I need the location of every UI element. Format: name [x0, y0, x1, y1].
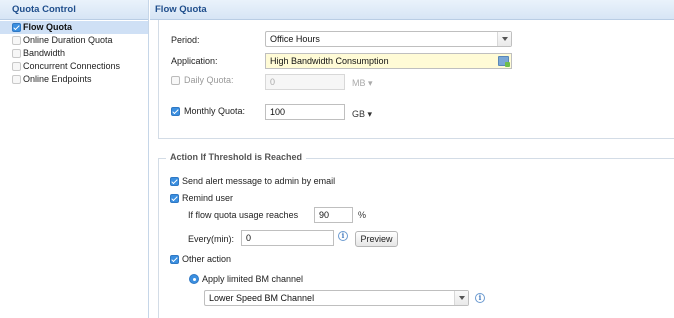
- daily-quota-label: Daily Quota:: [184, 75, 234, 85]
- apply-channel-radio[interactable]: [189, 274, 199, 284]
- other-action-checkbox[interactable]: [170, 255, 179, 264]
- preview-button[interactable]: Preview: [355, 231, 398, 247]
- application-value: High Bandwidth Consumption: [270, 56, 389, 66]
- daily-quota-input[interactable]: 0: [265, 74, 345, 90]
- other-action-label: Other action: [182, 254, 232, 264]
- quota-control-title: Quota Control: [0, 0, 148, 20]
- daily-quota-checkbox[interactable]: [171, 76, 180, 85]
- nav-item-bandwidth[interactable]: Bandwidth: [0, 47, 148, 60]
- threshold-title: Action If Threshold is Reached: [166, 152, 307, 162]
- send-alert-checkbox[interactable]: [170, 177, 179, 186]
- percent-unit: %: [358, 210, 367, 220]
- nav-item-label: Bandwidth: [23, 48, 66, 58]
- bm-channel-value: Lower Speed BM Channel: [209, 293, 315, 303]
- nav-item-label: Online Endpoints: [23, 74, 92, 84]
- nav-item-flow-quota[interactable]: Flow Quota: [0, 21, 148, 34]
- period-label: Period:: [171, 35, 200, 45]
- remind-user-checkbox[interactable]: [170, 194, 179, 203]
- bm-channel-select[interactable]: Lower Speed BM Channel: [204, 290, 469, 306]
- nav-item-label: Online Duration Quota: [23, 35, 113, 45]
- remind-user-label: Remind user: [182, 193, 234, 203]
- send-alert-label: Send alert message to admin by email: [182, 176, 336, 186]
- usage-threshold-label: If flow quota usage reaches: [188, 210, 299, 220]
- nav-checkbox[interactable]: [12, 49, 21, 58]
- chevron-down-icon[interactable]: [454, 291, 468, 305]
- every-min-input[interactable]: 0: [241, 230, 334, 246]
- nav-item-online-endpoints[interactable]: Online Endpoints: [0, 73, 148, 86]
- nav-checkbox[interactable]: [12, 36, 21, 45]
- monthly-quota-label: Monthly Quota:: [184, 106, 246, 116]
- monthly-quota-unit[interactable]: GB ▾: [352, 109, 372, 120]
- application-label: Application:: [171, 56, 218, 66]
- nav-item-label: Concurrent Connections: [23, 61, 121, 71]
- info-icon[interactable]: i: [475, 293, 485, 303]
- every-min-label: Every(min):: [188, 234, 235, 244]
- chevron-down-icon[interactable]: [497, 32, 511, 46]
- nav-checkbox[interactable]: [12, 62, 21, 71]
- nav-item-concurrent-connections[interactable]: Concurrent Connections: [0, 60, 148, 73]
- usage-threshold-input[interactable]: 90: [314, 207, 353, 223]
- quota-control-panel: Quota Control Flow Quota Online Duration…: [0, 0, 149, 318]
- info-icon[interactable]: i: [338, 231, 348, 241]
- nav-item-online-duration-quota[interactable]: Online Duration Quota: [0, 34, 148, 47]
- nav-checkbox[interactable]: [12, 23, 21, 32]
- daily-quota-unit[interactable]: MB ▾: [352, 78, 373, 89]
- application-field[interactable]: High Bandwidth Consumption: [265, 53, 512, 69]
- monthly-quota-checkbox[interactable]: [171, 107, 180, 116]
- nav-checkbox[interactable]: [12, 75, 21, 84]
- flow-quota-title: Flow Quota: [150, 0, 674, 20]
- period-select[interactable]: Office Hours: [265, 31, 512, 47]
- monthly-quota-input[interactable]: 100: [265, 104, 345, 120]
- app-picker-icon[interactable]: [498, 56, 510, 67]
- period-value: Office Hours: [270, 34, 320, 44]
- apply-channel-label: Apply limited BM channel: [202, 274, 304, 284]
- nav-item-label: Flow Quota: [23, 22, 72, 32]
